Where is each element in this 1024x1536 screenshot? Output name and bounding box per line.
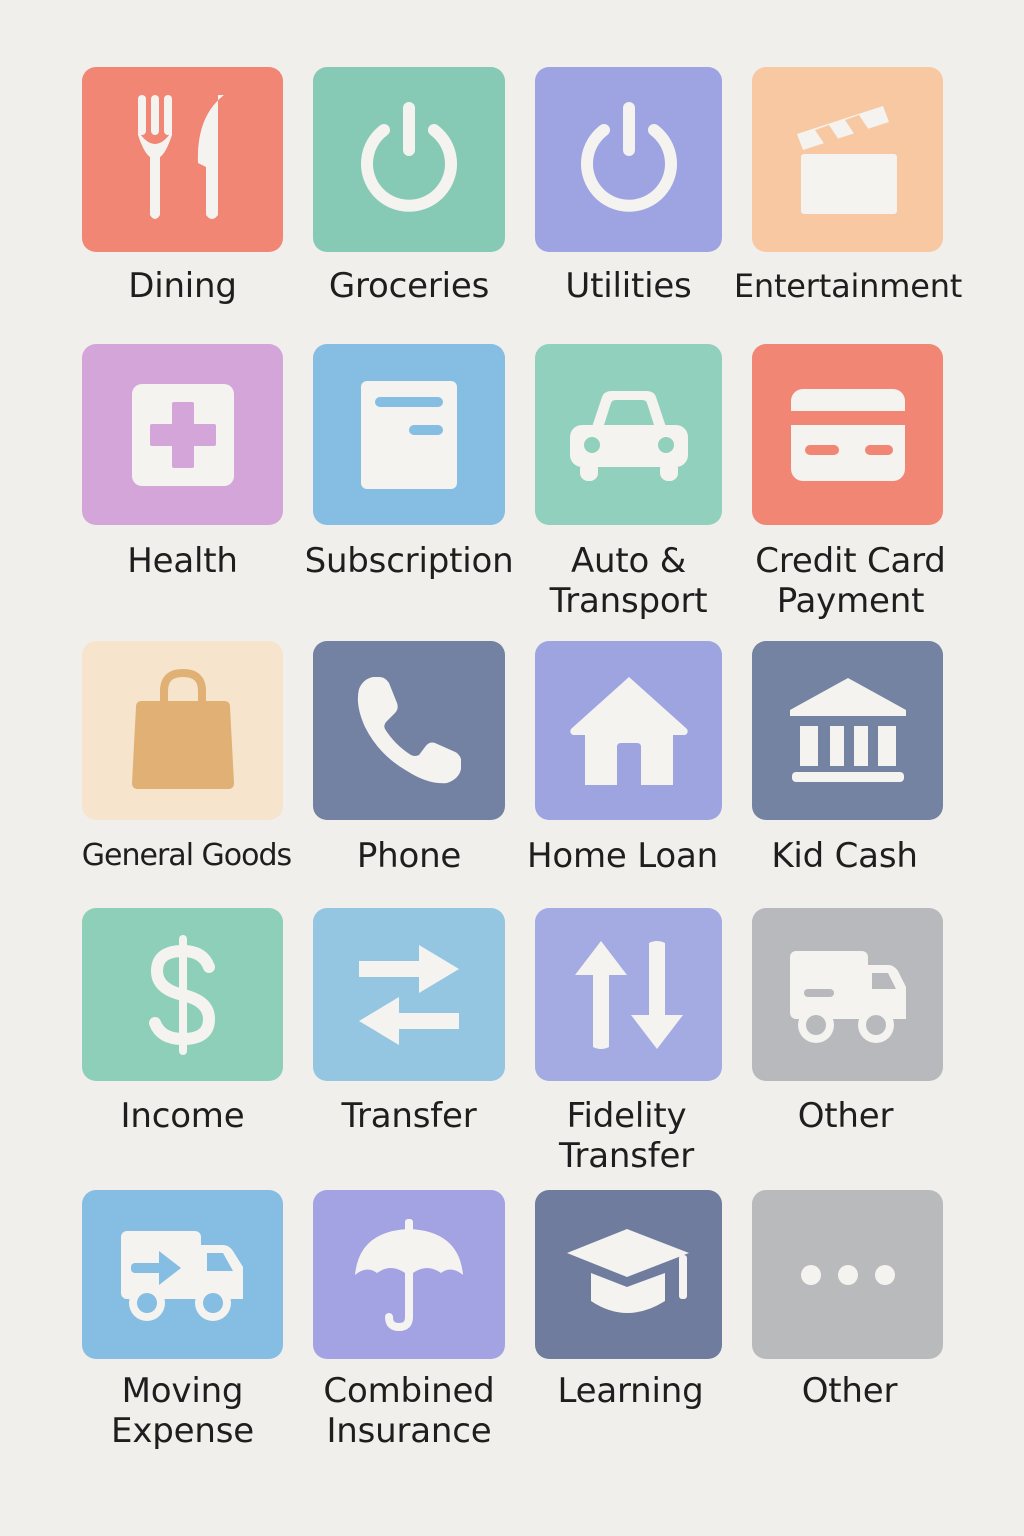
- category-tile-fidelity-transfer[interactable]: [535, 908, 722, 1081]
- category-label: Subscription: [304, 541, 514, 581]
- category-label: Entertainment: [733, 267, 963, 305]
- category-tile-utilities[interactable]: [535, 67, 722, 252]
- umbrella-icon: [355, 1218, 463, 1331]
- category-label: Kid Cash: [771, 836, 918, 876]
- category-label: Transfer: [341, 1096, 477, 1136]
- dollar-icon: [148, 934, 215, 1055]
- swap-arrows-icon: [359, 944, 459, 1045]
- category-label: Home Loan: [527, 836, 718, 876]
- category-label: Other: [801, 1371, 898, 1411]
- category-label: Moving Expense: [111, 1371, 254, 1451]
- category-tile-groceries[interactable]: [313, 67, 505, 252]
- category-tile-other-more[interactable]: [752, 1190, 943, 1359]
- category-tile-general-goods[interactable]: [82, 641, 283, 820]
- category-tile-dining[interactable]: [82, 67, 283, 252]
- category-tile-auto-transport[interactable]: [535, 344, 722, 525]
- medical-cross-icon: [131, 383, 234, 486]
- clapperboard-icon: [796, 105, 897, 214]
- house-icon: [569, 676, 688, 785]
- category-tile-transfer[interactable]: [313, 908, 505, 1081]
- category-label: Utilities: [565, 266, 692, 306]
- category-tile-moving-expense[interactable]: [82, 1190, 283, 1359]
- fork-knife-icon: [137, 94, 224, 219]
- category-tile-income[interactable]: [82, 908, 283, 1081]
- category-tile-learning[interactable]: [535, 1190, 722, 1359]
- car-icon: [569, 390, 688, 481]
- category-tile-home-loan[interactable]: [535, 641, 722, 820]
- graduation-cap-icon: [566, 1228, 689, 1313]
- category-label: Phone: [356, 836, 462, 876]
- more-dots-icon: [800, 1264, 895, 1285]
- category-label: Combined Insurance: [323, 1371, 495, 1451]
- category-label: Learning: [557, 1371, 704, 1411]
- category-label: General Goods: [81, 838, 292, 873]
- category-tile-kid-cash[interactable]: [752, 641, 943, 820]
- category-tile-phone[interactable]: [313, 641, 505, 820]
- bank-icon: [789, 677, 906, 782]
- category-label: Fidelity Transfer: [558, 1096, 695, 1176]
- up-down-arrows-icon: [574, 940, 683, 1049]
- category-label: Income: [120, 1096, 245, 1136]
- category-label: Auto & Transport: [549, 541, 708, 621]
- category-tile-other[interactable]: [752, 908, 943, 1081]
- category-tile-entertainment[interactable]: [752, 67, 943, 252]
- shopping-bag-icon: [131, 668, 234, 789]
- category-label: Credit Card Payment: [755, 541, 946, 621]
- phone-icon: [357, 676, 461, 783]
- category-tile-subscription[interactable]: [313, 344, 505, 525]
- credit-card-icon: [790, 388, 905, 481]
- category-label: Dining: [128, 266, 237, 306]
- document-icon: [361, 380, 457, 489]
- power-icon: [361, 101, 457, 212]
- power-icon: [580, 101, 677, 212]
- delivery-truck-icon: [789, 950, 906, 1043]
- category-tile-credit-card-payment[interactable]: [752, 344, 943, 525]
- category-label: Other: [797, 1096, 894, 1136]
- moving-truck-icon: [120, 1230, 243, 1321]
- category-tile-health[interactable]: [82, 344, 283, 525]
- category-label: Groceries: [328, 266, 490, 306]
- category-tile-combined-insurance[interactable]: [313, 1190, 505, 1359]
- category-label: Health: [127, 541, 238, 581]
